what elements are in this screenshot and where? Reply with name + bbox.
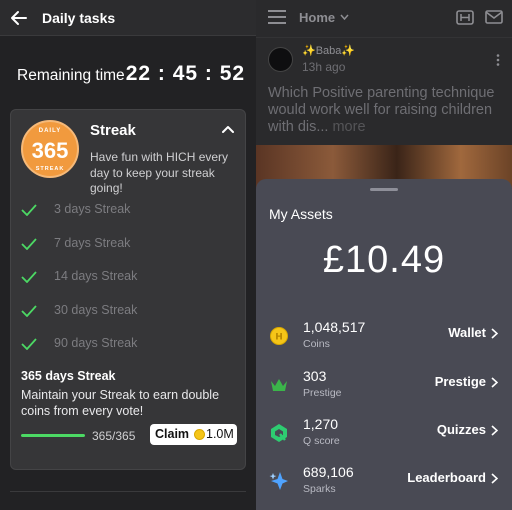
more-options-icon[interactable] xyxy=(496,54,500,66)
streak-item-label: 30 days Streak xyxy=(54,302,138,317)
post-username[interactable]: ✨Baba✨ xyxy=(302,44,355,57)
chevron-right-icon[interactable] xyxy=(491,328,498,339)
coin-icon xyxy=(194,429,205,440)
remaining-time: Remaining time22 : 45 : 52 xyxy=(17,62,253,88)
streak-item-label: 90 days Streak xyxy=(54,336,138,350)
wallet-link[interactable]: Wallet xyxy=(448,325,486,340)
streak-item: 7 days Streak xyxy=(21,232,237,266)
q-score-icon xyxy=(271,424,287,442)
asset-row-prestige[interactable]: 303 Prestige Prestige xyxy=(256,365,512,409)
streak-card: DAILY 365 STREAK Streak Have fun with HI… xyxy=(10,109,246,470)
more-link[interactable]: more xyxy=(332,119,365,135)
sparks-value: 689,106 xyxy=(303,464,354,480)
chevron-up-icon[interactable] xyxy=(221,124,235,134)
remaining-time-label: Remaining time xyxy=(17,67,125,84)
daily-tasks-header: Daily tasks xyxy=(0,0,256,36)
claim-label: Claim xyxy=(155,427,190,441)
ads-icon[interactable] xyxy=(456,10,474,25)
streak-item-label: 7 days Streak xyxy=(54,235,131,250)
streak-list: 3 days Streak 7 days Streak 14 days Stre… xyxy=(21,198,237,366)
my-assets-title: My Assets xyxy=(269,206,333,222)
back-arrow-icon[interactable] xyxy=(10,9,28,27)
chevron-down-icon[interactable] xyxy=(340,14,349,20)
chevron-right-icon[interactable] xyxy=(491,377,498,388)
avatar[interactable] xyxy=(268,47,293,72)
asset-row-coins[interactable]: H 1,048,517 Coins Wallet xyxy=(256,316,512,360)
q-score-value: 1,270 xyxy=(303,416,339,432)
coins-value: 1,048,517 xyxy=(303,319,366,335)
streak-item-label: 3 days Streak xyxy=(54,202,131,216)
coin-icon: H xyxy=(270,327,288,345)
asset-row-sparks[interactable]: 689,106 Sparks Leaderboard xyxy=(256,461,512,505)
badge-number: 365 xyxy=(31,138,69,163)
chevron-right-icon[interactable] xyxy=(491,473,498,484)
home-title[interactable]: Home xyxy=(299,10,335,25)
asset-row-q-score[interactable]: 1,270 Q score Quizzes xyxy=(256,413,512,457)
check-icon xyxy=(21,204,37,216)
check-icon xyxy=(21,338,37,350)
check-icon xyxy=(21,304,37,317)
sparks-label: Sparks xyxy=(303,483,336,495)
streak-item: 14 days Streak xyxy=(21,265,237,299)
streak-progress-bar xyxy=(21,434,85,437)
claim-button[interactable]: Claim 1.0M xyxy=(150,424,237,445)
mail-icon[interactable] xyxy=(485,10,503,24)
leaderboard-link[interactable]: Leaderboard xyxy=(407,470,486,485)
streak-progress-text: 365/365 xyxy=(92,429,136,443)
prestige-label: Prestige xyxy=(303,387,342,399)
streak-item: 3 days Streak xyxy=(21,198,237,232)
post-question-text: Which Positive parenting technique would… xyxy=(268,85,495,135)
assets-total: £10.49 xyxy=(322,239,446,281)
page-title: Daily tasks xyxy=(42,10,116,26)
daily-streak-badge: DAILY 365 STREAK xyxy=(21,120,79,178)
crown-icon xyxy=(271,379,287,391)
streak-title: Streak xyxy=(90,122,136,139)
post-question[interactable]: Which Positive parenting technique would… xyxy=(268,85,504,136)
chevron-right-icon[interactable] xyxy=(491,425,498,436)
my-assets-sheet: My Assets £10.49 H 1,048,517 Coins Walle… xyxy=(256,179,512,510)
streak-item-label: 14 days Streak xyxy=(54,269,138,283)
prestige-value: 303 xyxy=(303,368,327,384)
remaining-time-value: 22 : 45 : 52 xyxy=(125,62,246,85)
check-icon xyxy=(21,237,37,250)
menu-icon[interactable] xyxy=(268,10,286,24)
streak-description: Have fun with HICH every day to keep you… xyxy=(90,150,229,195)
streak-item: 30 days Streak xyxy=(21,299,237,333)
sheet-grabber[interactable] xyxy=(370,188,398,191)
badge-top-text: DAILY xyxy=(38,128,62,134)
daily-tasks-panel: Daily tasks Remaining time22 : 45 : 52 D… xyxy=(0,0,256,510)
badge-bottom-text: STREAK xyxy=(35,166,65,172)
current-streak-description: Maintain your Streak to earn double coin… xyxy=(21,388,220,418)
sparks-icon xyxy=(269,472,288,490)
claim-amount: 1.0M xyxy=(206,427,234,441)
home-panel: Home ✨Baba✨ 13h ago Which Positive paren… xyxy=(256,0,512,510)
divider xyxy=(10,491,246,492)
post-time: 13h ago xyxy=(302,60,346,74)
streak-item: 90 days Streak xyxy=(21,332,237,366)
svg-text:H: H xyxy=(275,333,283,343)
feed-post[interactable]: ✨Baba✨ 13h ago Which Positive parenting … xyxy=(256,37,512,188)
current-streak-title: 365 days Streak xyxy=(21,369,116,383)
prestige-link[interactable]: Prestige xyxy=(435,374,486,389)
quizzes-link[interactable]: Quizzes xyxy=(437,422,486,437)
streak-progress-fill xyxy=(21,434,85,437)
coins-label: Coins xyxy=(303,338,330,350)
q-score-label: Q score xyxy=(303,435,340,447)
home-header: Home xyxy=(256,0,512,36)
check-icon xyxy=(21,271,37,283)
